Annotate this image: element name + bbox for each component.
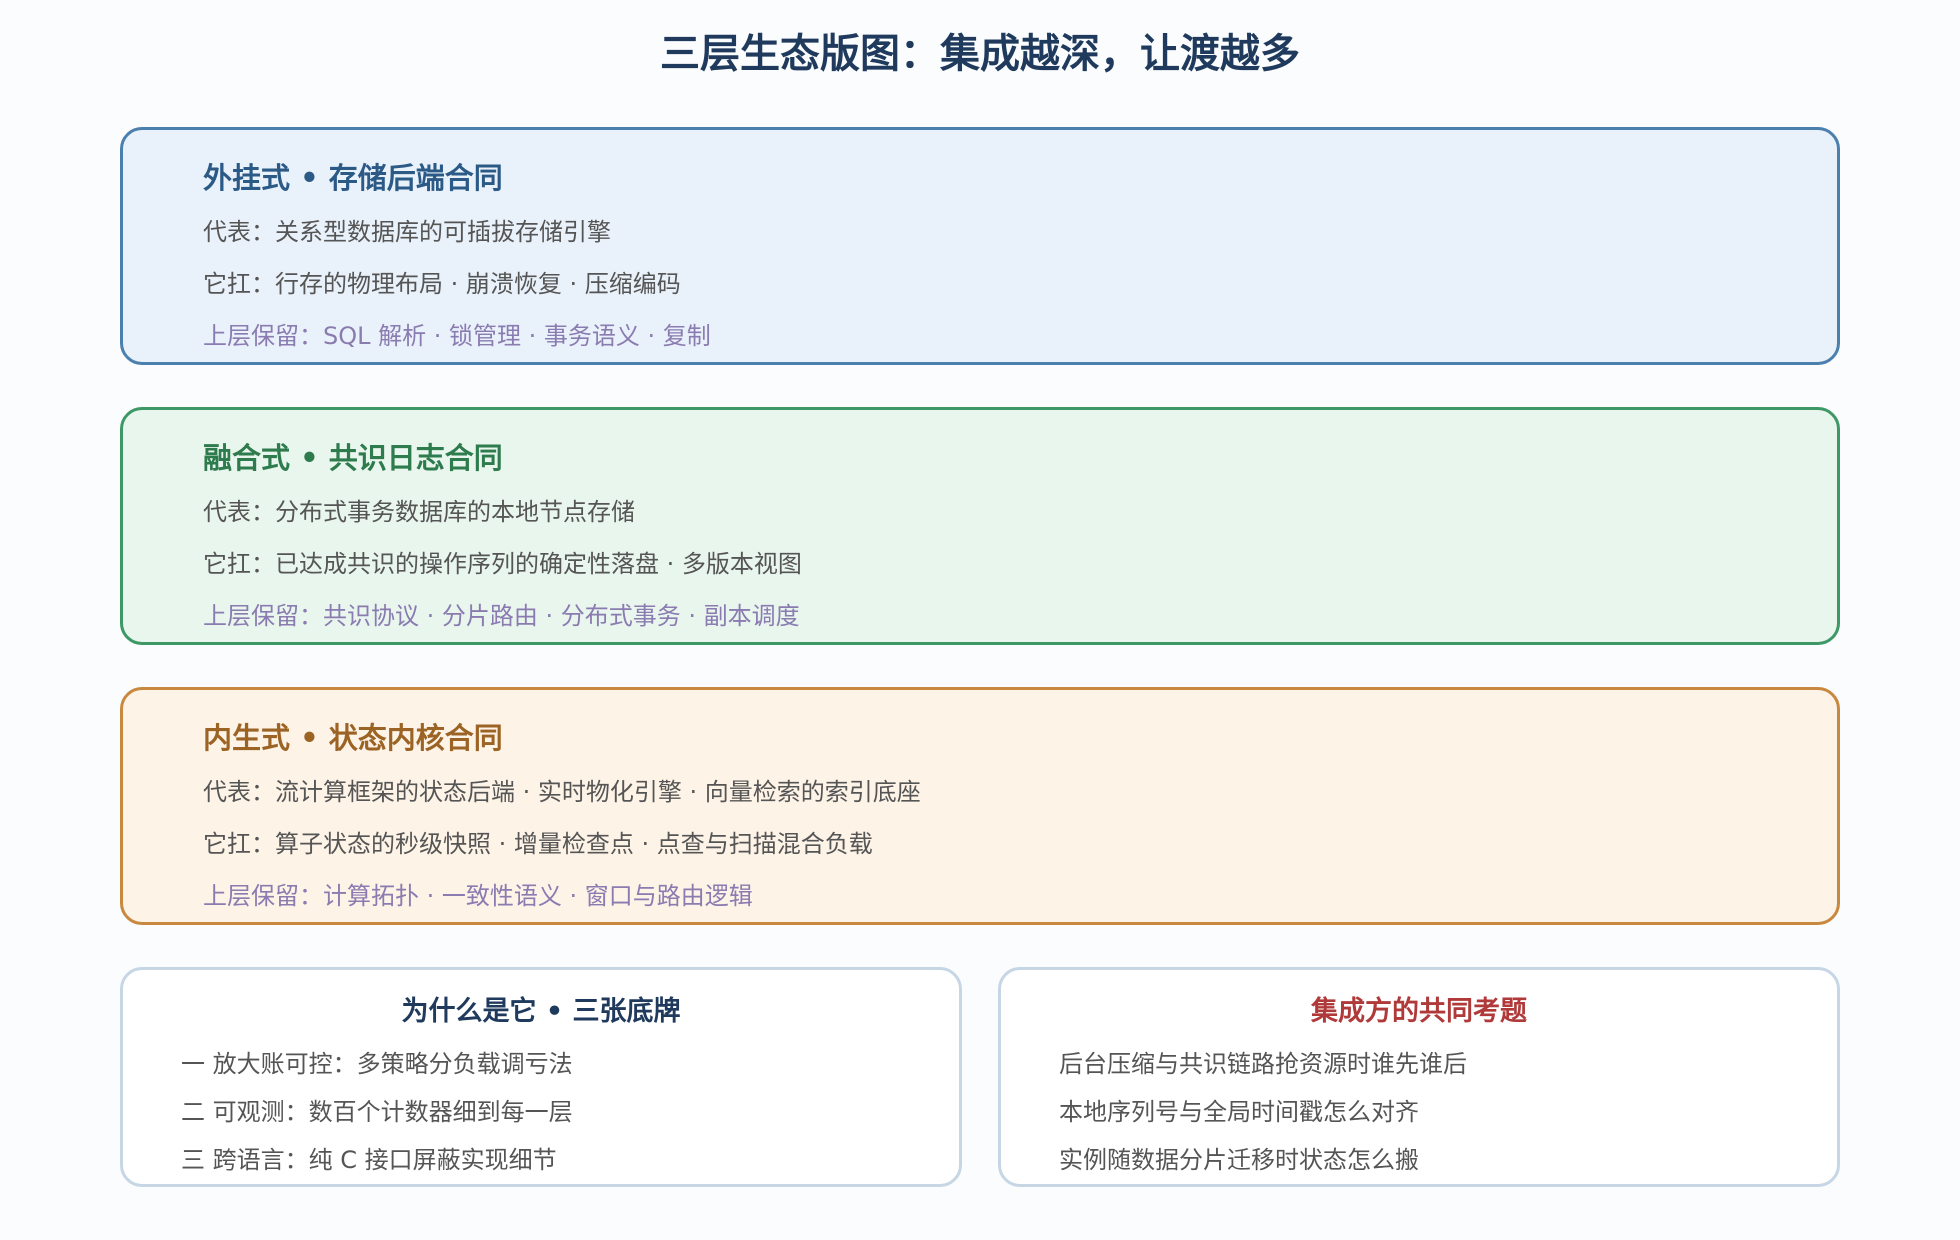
tier-retained: 上层保留：SQL 解析 · 锁管理 · 事务语义 · 复制 bbox=[203, 322, 711, 350]
tier-fused: 融合式 • 共识日志合同 代表：分布式事务数据库的本地节点存储 它扛：已达成共识… bbox=[120, 407, 1840, 645]
tier-retained: 上层保留：共识协议 · 分片路由 · 分布式事务 · 副本调度 bbox=[203, 602, 800, 630]
tier-native: 内生式 • 状态内核合同 代表：流计算框架的状态后端 · 实时物化引擎 · 向量… bbox=[120, 687, 1840, 925]
challenge-card: 集成方的共同考题 后台压缩与共识链路抢资源时谁先谁后 本地序列号与全局时间戳怎么… bbox=[998, 967, 1840, 1187]
tier-retained: 上层保留：计算拓扑 · 一致性语义 · 窗口与路由逻辑 bbox=[203, 882, 753, 910]
why-card-title: 为什么是它 • 三张底牌 bbox=[401, 996, 681, 1027]
challenge-card-item: 本地序列号与全局时间戳怎么对齐 bbox=[1059, 1098, 1419, 1126]
tier-title: 内生式 • 状态内核合同 bbox=[203, 721, 503, 755]
why-card-item: 二 可观测：数百个计数器细到每一层 bbox=[181, 1098, 573, 1126]
tier-representative: 代表：关系型数据库的可插拔存储引擎 bbox=[203, 218, 611, 246]
challenge-card-item: 实例随数据分片迁移时状态怎么搬 bbox=[1059, 1146, 1419, 1174]
tier-representative: 代表：分布式事务数据库的本地节点存储 bbox=[203, 498, 635, 526]
tier-carries: 它扛：行存的物理布局 · 崩溃恢复 · 压缩编码 bbox=[203, 270, 681, 298]
tier-plugin: 外挂式 • 存储后端合同 代表：关系型数据库的可插拔存储引擎 它扛：行存的物理布… bbox=[120, 127, 1840, 365]
why-card: 为什么是它 • 三张底牌 一 放大账可控：多策略分负载调亏法 二 可观测：数百个… bbox=[120, 967, 962, 1187]
ecosystem-diagram: 三层生态版图：集成越深，让渡越多 外挂式 • 存储后端合同 代表：关系型数据库的… bbox=[0, 0, 1960, 1240]
tier-representative: 代表：流计算框架的状态后端 · 实时物化引擎 · 向量检索的索引底座 bbox=[203, 778, 921, 806]
tier-title: 融合式 • 共识日志合同 bbox=[203, 441, 503, 475]
challenge-card-item: 后台压缩与共识链路抢资源时谁先谁后 bbox=[1059, 1050, 1467, 1078]
tier-title: 外挂式 • 存储后端合同 bbox=[203, 161, 503, 195]
tier-carries: 它扛：算子状态的秒级快照 · 增量检查点 · 点查与扫描混合负载 bbox=[203, 830, 873, 858]
challenge-card-title: 集成方的共同考题 bbox=[1311, 996, 1527, 1027]
page-title: 三层生态版图：集成越深，让渡越多 bbox=[660, 31, 1300, 77]
tier-carries: 它扛：已达成共识的操作序列的确定性落盘 · 多版本视图 bbox=[203, 550, 802, 578]
why-card-item: 三 跨语言：纯 C 接口屏蔽实现细节 bbox=[181, 1146, 557, 1174]
why-card-item: 一 放大账可控：多策略分负载调亏法 bbox=[181, 1050, 573, 1078]
